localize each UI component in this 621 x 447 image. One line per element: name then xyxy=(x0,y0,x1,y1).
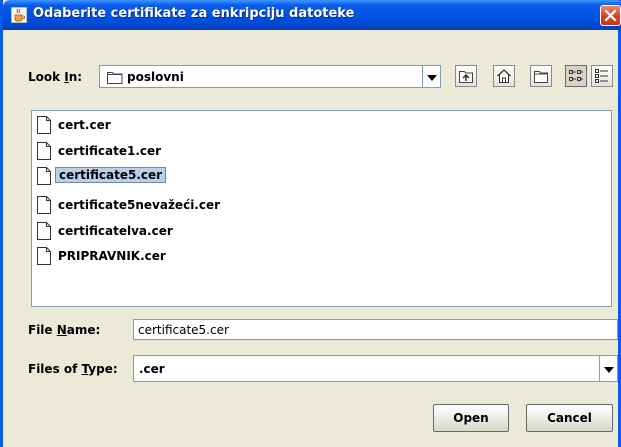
chevron-down-icon[interactable] xyxy=(422,66,440,87)
file-icon xyxy=(37,142,51,163)
file-name: certificate5nevažeći.cer xyxy=(58,198,221,212)
home-icon xyxy=(497,69,511,83)
file-name: certificatelva.cer xyxy=(58,224,173,238)
close-button[interactable] xyxy=(600,5,621,26)
new-folder-button[interactable] xyxy=(530,65,552,87)
file-type-value: .cer xyxy=(139,362,165,376)
java-cup-icon xyxy=(10,6,28,24)
file-name: certificate5.cer xyxy=(55,167,167,183)
file-icon xyxy=(37,116,51,137)
file-name-label: File Name: xyxy=(28,323,101,337)
file-chooser-dialog: Odaberite certifikate za enkripciju dato… xyxy=(0,0,621,447)
file-type-label: Files of Type: xyxy=(28,362,118,376)
file-icon xyxy=(37,167,51,188)
look-in-value: poslovni xyxy=(127,70,184,84)
file-icon xyxy=(37,196,51,217)
chevron-down-icon[interactable] xyxy=(599,356,617,381)
file-icon xyxy=(37,247,51,268)
list-view-button[interactable] xyxy=(565,65,587,87)
file-type-combo[interactable]: .cer xyxy=(133,355,618,382)
look-in-label: Look In: xyxy=(28,70,83,84)
up-one-level-button[interactable] xyxy=(455,65,477,87)
open-button[interactable]: Open xyxy=(433,404,509,432)
list-view-icon xyxy=(569,70,583,81)
file-icon xyxy=(37,222,51,243)
file-name-input[interactable] xyxy=(133,319,618,340)
details-view-button[interactable] xyxy=(591,65,613,87)
window-title: Odaberite certifikate za enkripciju dato… xyxy=(33,6,355,21)
file-name: certificate1.cer xyxy=(58,144,162,158)
up-one-level-icon xyxy=(459,71,473,83)
look-in-combo[interactable]: poslovni xyxy=(99,65,441,88)
close-icon xyxy=(604,9,617,22)
new-folder-icon xyxy=(534,71,548,83)
home-button[interactable] xyxy=(493,65,515,87)
file-name: PRIPRAVNIK.cer xyxy=(58,249,166,263)
cancel-button[interactable]: Cancel xyxy=(526,404,613,432)
title-bar[interactable]: Odaberite certifikate za enkripciju dato… xyxy=(3,0,621,30)
details-view-icon xyxy=(595,69,608,83)
file-name: cert.cer xyxy=(58,118,111,132)
file-list[interactable]: cert.cer certificate1.cer certificate5.c… xyxy=(31,110,612,307)
folder-icon xyxy=(107,70,123,87)
